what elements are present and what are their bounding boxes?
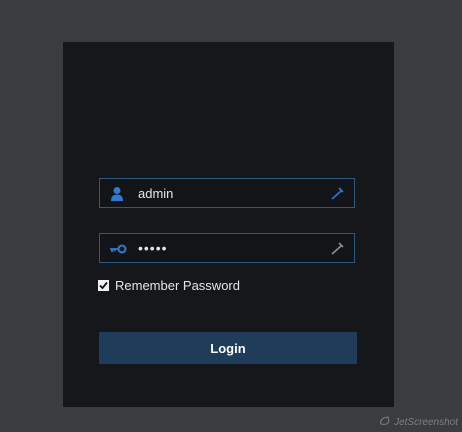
watermark: JetScreenshot [379, 416, 458, 429]
password-field[interactable]: ••••• [99, 233, 355, 263]
wrench-icon[interactable] [330, 186, 346, 202]
username-field[interactable]: admin [99, 178, 355, 208]
login-button[interactable]: Login [99, 332, 357, 364]
password-value[interactable]: ••••• [138, 240, 168, 256]
checkmark-icon [99, 281, 108, 290]
remember-password-label[interactable]: Remember Password [115, 278, 240, 293]
remember-checkbox[interactable] [98, 280, 109, 291]
username-value[interactable]: admin [138, 186, 173, 202]
login-panel: admin ••••• Remember Password Login [63, 42, 394, 407]
user-icon [109, 186, 125, 202]
key-icon [109, 241, 127, 257]
wrench-icon[interactable] [330, 241, 346, 257]
watermark-text: JetScreenshot [394, 417, 458, 428]
remember-password-option[interactable]: Remember Password [98, 278, 240, 293]
camera-logo-icon [379, 416, 391, 429]
